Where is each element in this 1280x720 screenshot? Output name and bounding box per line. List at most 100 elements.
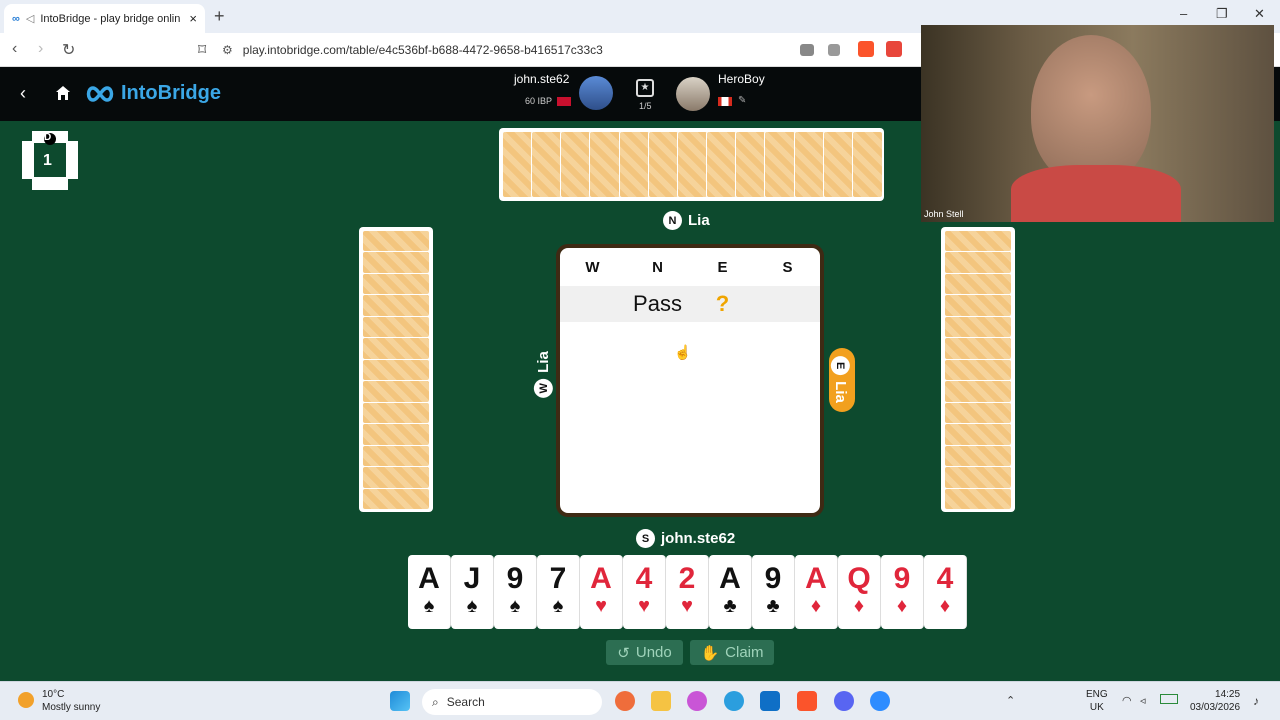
card-suit: ♦ [810, 595, 822, 617]
south-seat-badge: S [636, 529, 655, 548]
card-rank: J [463, 562, 481, 595]
screen-share-icon[interactable] [800, 44, 814, 56]
store-icon[interactable] [760, 691, 780, 711]
hand-card[interactable]: 2 ♥ [666, 555, 709, 629]
undo-button[interactable]: ↺ Undo [606, 640, 683, 665]
card-back [944, 337, 1012, 360]
claim-label: Claim [725, 644, 764, 661]
forward-button[interactable]: › [38, 40, 43, 58]
bidding-box: W N E S Pass ? [556, 244, 824, 517]
close-window-button[interactable]: ✕ [1254, 6, 1265, 22]
home-icon[interactable] [55, 85, 71, 101]
hand-card[interactable]: 9 ♠ [494, 555, 537, 629]
site-settings-icon[interactable]: ⚙ [222, 43, 233, 57]
taskbar-search[interactable]: ⌕ Search [422, 689, 602, 715]
brave-shield-icon[interactable] [858, 41, 874, 57]
hand-card[interactable]: A ♦ [795, 555, 838, 629]
hand-card[interactable]: 9 ♣ [752, 555, 795, 629]
hand-card[interactable]: J ♠ [451, 555, 494, 629]
player1-name: john.ste62 [514, 72, 570, 86]
card-back [944, 230, 1012, 253]
undo-icon: ↺ [617, 644, 630, 662]
taskbar: 10°C Mostly sunny ⌕ Search ⌃ ENG UK ◠ ◃ … [0, 681, 1280, 720]
mouse-cursor-icon: ☝ [674, 344, 692, 360]
windows-start-icon[interactable] [390, 691, 410, 711]
north-seat-badge: N [663, 211, 682, 230]
canada-flag-icon [718, 97, 732, 106]
card-back [944, 251, 1012, 274]
player1-avatar[interactable] [579, 76, 613, 110]
brave-rewards-icon[interactable] [886, 41, 902, 57]
address-bar[interactable]: ⚙ play.intobridge.com/table/e4c536bf-b68… [222, 37, 922, 63]
brave-icon[interactable] [797, 691, 817, 711]
notification-bell-icon[interactable]: ♪ [1253, 694, 1259, 708]
share-icon[interactable] [828, 44, 840, 56]
file-explorer-icon[interactable] [651, 691, 671, 711]
player2-avatar[interactable] [676, 77, 710, 111]
south-player-name: john.ste62 [661, 530, 736, 547]
close-tab-icon[interactable]: × [189, 11, 197, 26]
bid-col-w: W [585, 258, 600, 276]
hand-card[interactable]: 9 ♦ [881, 555, 924, 629]
hand-card[interactable]: 7 ♠ [537, 555, 580, 629]
edge-icon[interactable] [724, 691, 744, 711]
card-back [502, 131, 534, 198]
weather-sun-icon[interactable] [18, 692, 34, 708]
card-suit: ♠ [423, 595, 435, 617]
card-back [362, 272, 430, 296]
webcam-overlay: John Stell [921, 25, 1274, 222]
back-button[interactable]: ‹ [12, 40, 17, 58]
card-rank: A [719, 562, 741, 595]
edit-icon[interactable]: ✎ [738, 95, 746, 106]
hand-card[interactable]: A ♠ [408, 555, 451, 629]
hand-card[interactable]: A ♥ [580, 555, 623, 629]
card-back [589, 131, 621, 198]
card-back [362, 401, 430, 425]
card-rank: 9 [893, 562, 911, 595]
card-suit: ♣ [723, 595, 737, 617]
intobridge-logo[interactable]: IntoBridge [85, 82, 221, 105]
back-arrow-icon[interactable]: ‹ [20, 83, 26, 104]
bid-col-e: E [717, 258, 728, 276]
undo-label: Undo [635, 644, 672, 661]
card-suit: ♣ [766, 595, 780, 617]
card-back [362, 380, 430, 403]
card-back [944, 272, 1012, 296]
battery-icon[interactable] [1160, 694, 1178, 704]
discord-icon[interactable] [834, 691, 854, 711]
new-tab-button[interactable]: + [214, 6, 225, 27]
dealer-indicator: D [44, 132, 52, 143]
maximize-button[interactable]: ❐ [1216, 6, 1228, 22]
north-seat-label: N Lia [663, 211, 710, 230]
west-hand [359, 227, 433, 512]
url-text: play.intobridge.com/table/e4c536bf-b688-… [242, 43, 603, 57]
weather-widget[interactable]: 10°C Mostly sunny [42, 688, 100, 714]
browser-tab[interactable]: ∞ ◁ IntoBridge - play bridge onlin × [4, 4, 205, 33]
wifi-icon[interactable]: ◠ [1122, 694, 1132, 707]
reload-button[interactable]: ↻ [62, 40, 75, 60]
hand-card[interactable]: A ♣ [709, 555, 752, 629]
card-rank: 7 [549, 562, 567, 595]
card-rank: Q [847, 562, 871, 595]
minimize-button[interactable]: – [1180, 6, 1187, 21]
hand-card[interactable]: 4 ♦ [924, 555, 967, 629]
bid-row: Pass ? [560, 286, 820, 322]
card-back [362, 294, 430, 317]
bookmark-icon[interactable]: ⌑ [198, 40, 206, 60]
card-rank: 9 [506, 562, 524, 595]
calendar-star-icon[interactable]: ★ [636, 79, 654, 97]
zoom-icon[interactable] [870, 691, 890, 711]
copilot-icon[interactable] [615, 691, 635, 711]
claim-button[interactable]: ✋ Claim [690, 640, 774, 665]
card-rank: 4 [936, 562, 954, 595]
copilot-app-icon[interactable] [687, 691, 707, 711]
tray-chevron-icon[interactable]: ⌃ [1006, 694, 1015, 707]
volume-icon[interactable]: ◃ [1140, 694, 1146, 707]
card-back [362, 466, 430, 489]
hand-card[interactable]: 4 ♥ [623, 555, 666, 629]
card-suit: ♥ [595, 595, 607, 617]
card-back [944, 401, 1012, 425]
clock[interactable]: 14:25 03/03/2026 [1190, 688, 1240, 714]
hand-card[interactable]: Q ♦ [838, 555, 881, 629]
language-indicator[interactable]: ENG UK [1086, 688, 1108, 714]
